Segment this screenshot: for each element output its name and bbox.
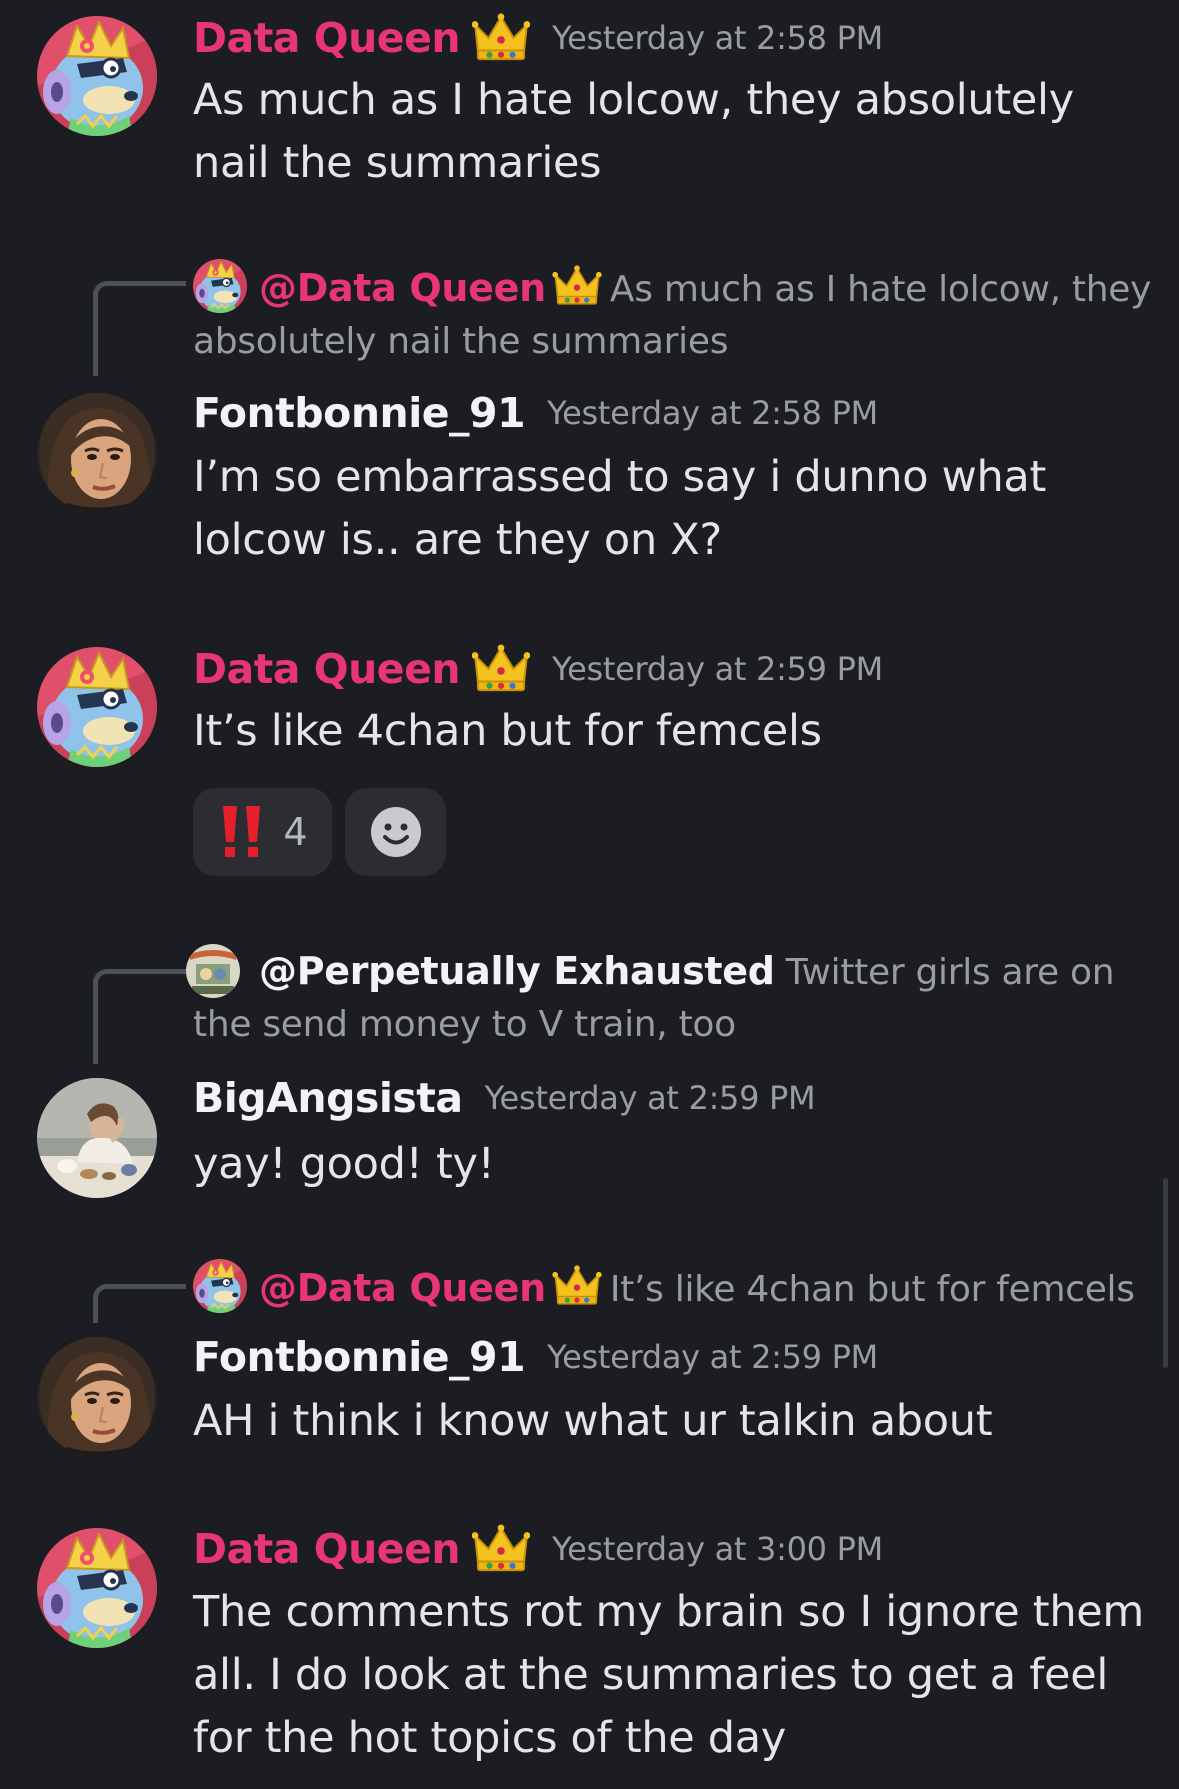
- message-header: Data Queen Yesterday at 3:00 PM: [193, 1521, 883, 1577]
- reply-mention[interactable]: @Data Queen: [259, 1266, 546, 1310]
- timestamp: Yesterday at 3:00 PM: [552, 1530, 883, 1568]
- add-reaction-button[interactable]: [345, 788, 446, 876]
- crown-icon: [552, 1265, 602, 1307]
- fontbonnie-avatar-icon: [37, 1337, 157, 1457]
- username[interactable]: Data Queen: [193, 1525, 461, 1573]
- avatar[interactable]: [37, 1528, 157, 1648]
- message-text: AH i think i know what ur talkin about: [193, 1396, 993, 1446]
- reply-connector: [93, 1284, 186, 1323]
- fontbonnie-avatar-icon: [37, 393, 157, 513]
- message-text: I’m so embarrassed to say i dunno what l…: [193, 452, 1047, 565]
- crown-icon: [552, 265, 602, 307]
- reaction-double-exclamation[interactable]: 4: [193, 788, 332, 876]
- username[interactable]: BigAngsista: [193, 1074, 463, 1122]
- data-queen-avatar-icon: [37, 647, 157, 767]
- timestamp: Yesterday at 2:58 PM: [552, 19, 883, 57]
- message-header: Data Queen Yesterday at 2:58 PM: [193, 10, 883, 66]
- add-reaction-icon: [370, 807, 421, 857]
- username[interactable]: Fontbonnie_91: [193, 389, 526, 437]
- crown-icon: [472, 1524, 530, 1574]
- message-text: The comments rot my brain so I ignore th…: [193, 1587, 1145, 1763]
- avatar[interactable]: [37, 393, 157, 513]
- reply-mention[interactable]: @Data Queen: [259, 266, 546, 310]
- reply-connector: [93, 969, 186, 1064]
- timestamp: Yesterday at 2:59 PM: [484, 1079, 816, 1117]
- username[interactable]: Fontbonnie_91: [193, 1333, 526, 1381]
- scrollbar[interactable]: [1163, 1178, 1168, 1368]
- avatar[interactable]: [37, 1078, 157, 1198]
- avatar[interactable]: [37, 1337, 157, 1457]
- timestamp: Yesterday at 2:59 PM: [547, 1338, 878, 1376]
- data-queen-avatar-icon: [37, 1528, 157, 1648]
- avatar[interactable]: [37, 16, 157, 136]
- timestamp: Yesterday at 2:59 PM: [552, 650, 883, 688]
- message-header: BigAngsista Yesterday at 2:59 PM: [193, 1070, 816, 1126]
- reaction-count: 4: [283, 810, 308, 854]
- double-exclamation-icon: [223, 806, 261, 857]
- username[interactable]: Data Queen: [193, 645, 461, 693]
- avatar[interactable]: [37, 647, 157, 767]
- reply-preview[interactable]: @Perpetually Exhausted Twitter girls are…: [193, 945, 1153, 1051]
- message-header: Fontbonnie_91 Yesterday at 2:58 PM: [193, 385, 878, 441]
- data-queen-avatar-icon: [37, 16, 157, 136]
- reply-text: It’s like 4chan but for femcels: [609, 1269, 1135, 1310]
- timestamp: Yesterday at 2:58 PM: [547, 394, 878, 432]
- message-header: Data Queen Yesterday at 2:59 PM: [193, 641, 883, 697]
- reply-mention[interactable]: @Perpetually Exhausted: [259, 949, 775, 993]
- message-header: Fontbonnie_91 Yesterday at 2:59 PM: [193, 1329, 878, 1385]
- message-text: It’s like 4chan but for femcels: [193, 706, 822, 756]
- reply-connector: [93, 281, 186, 376]
- reply-preview[interactable]: @Data Queen It’s like 4chan but for femce…: [193, 1262, 1153, 1316]
- username[interactable]: Data Queen: [193, 14, 461, 62]
- message-text: As much as I hate lolcow, they absolutel…: [193, 75, 1074, 188]
- message-text: yay! good! ty!: [193, 1139, 495, 1189]
- crown-icon: [472, 13, 530, 63]
- bigangsista-avatar-icon: [37, 1078, 157, 1198]
- reply-preview[interactable]: @Data Queen As much as I hate lolcow, the…: [193, 262, 1153, 368]
- crown-icon: [472, 644, 530, 694]
